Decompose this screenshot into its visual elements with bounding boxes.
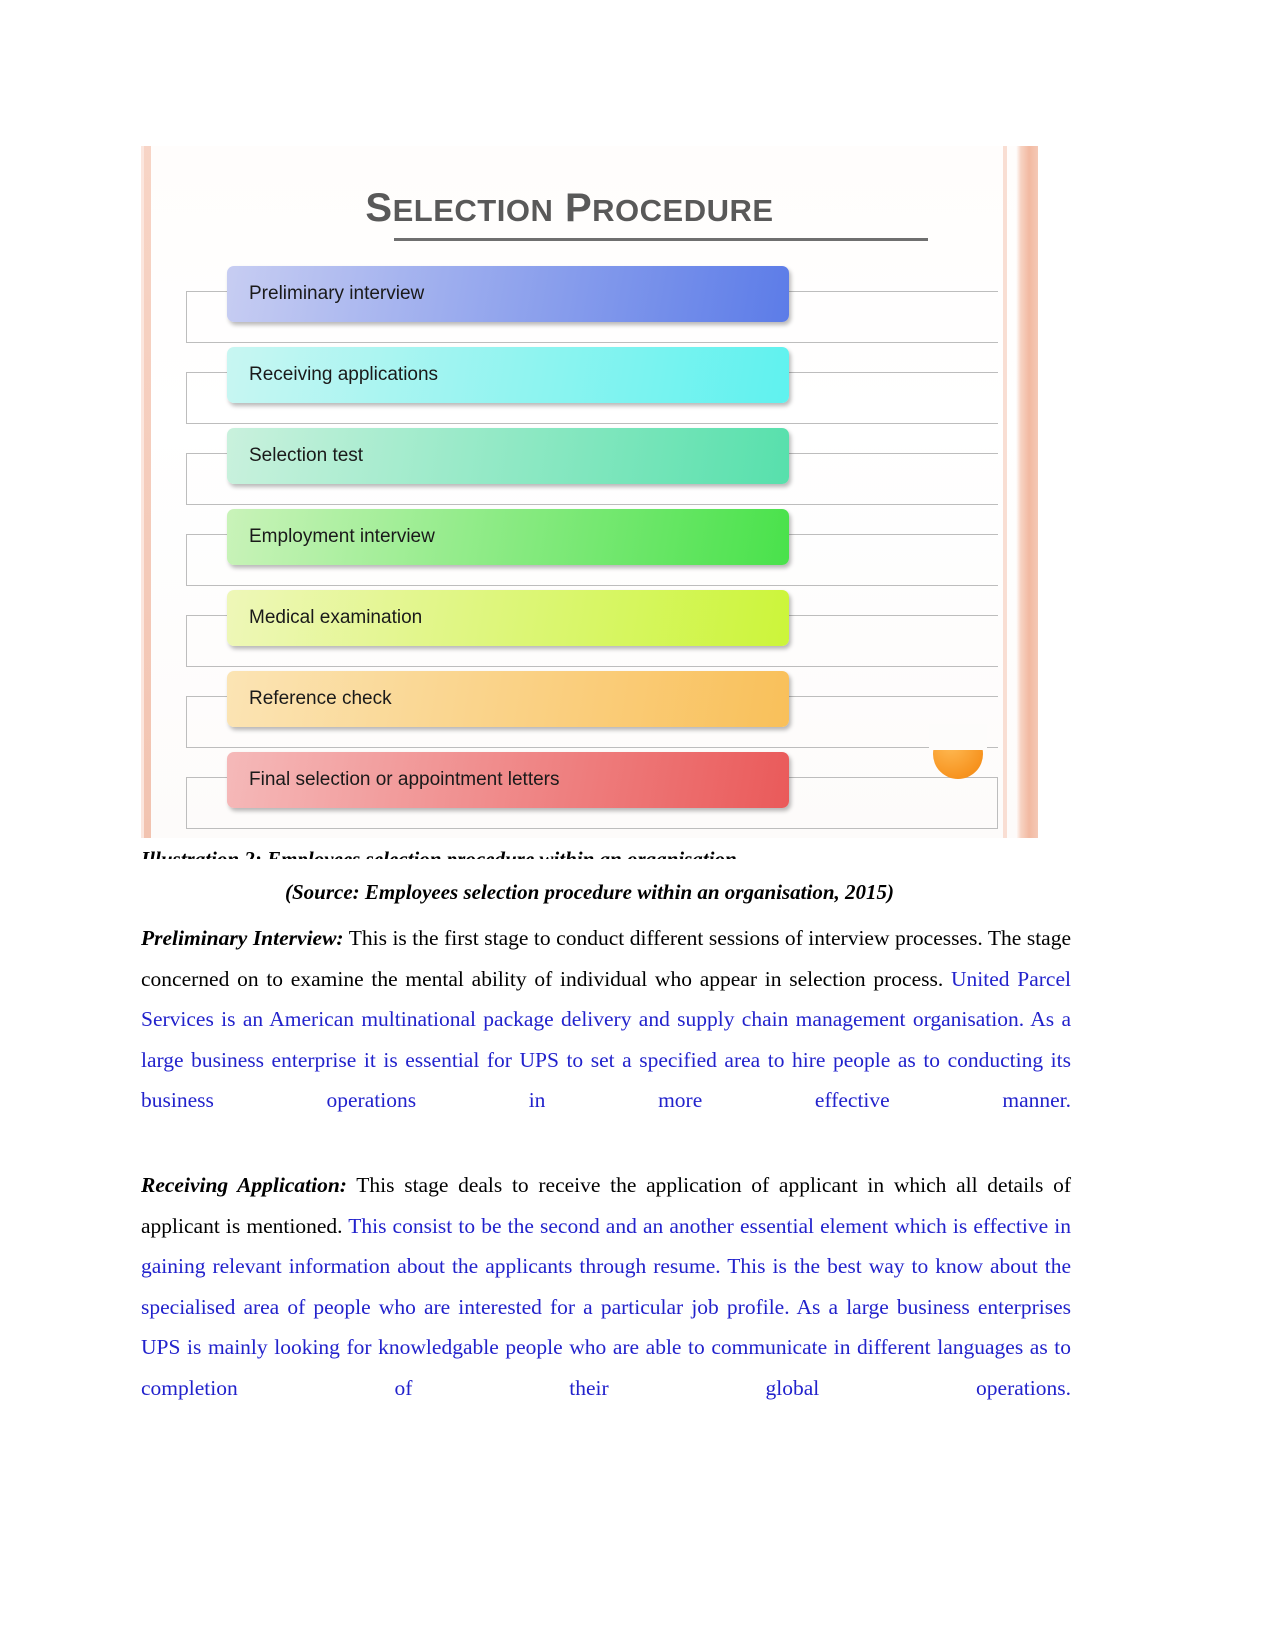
slide-title-word2-rest: ROCEDURE (592, 193, 774, 228)
step-bar-reference-check: Reference check (227, 671, 789, 727)
step-list: Preliminary interview Receiving applicat… (141, 264, 1038, 831)
step-bar-medical-examination: Medical examination (227, 590, 789, 646)
step-bar-selection-test: Selection test (227, 428, 789, 484)
step-label: Final selection or appointment letters (249, 769, 560, 790)
slide-title: SELECTION PROCEDURE (141, 186, 998, 231)
step-label: Medical examination (249, 607, 423, 628)
slide-title-word1-cap: S (365, 186, 393, 230)
selection-procedure-figure: SELECTION PROCEDURE Preliminary intervie… (141, 146, 1038, 838)
step-label: Preliminary interview (249, 283, 425, 304)
paragraph-receiving-application: Receiving Application: This stage deals … (141, 1165, 1071, 1449)
step-row: Preliminary interview (141, 264, 1038, 345)
step-bar-receiving-applications: Receiving applications (227, 347, 789, 403)
step-label: Receiving applications (249, 364, 439, 385)
step-bar-final-selection: Final selection or appointment letters (227, 752, 789, 808)
step-bar-employment-interview: Employment interview (227, 509, 789, 565)
figure-caption-source: (Source: Employees selection procedure w… (284, 880, 895, 904)
paragraph-blue-text: This consist to be the second and an ano… (141, 1213, 1071, 1400)
slide-title-word2-cap: P (564, 186, 593, 230)
slide-title-word1-rest: ELECTION (392, 193, 554, 228)
slide-title-underline (394, 238, 928, 241)
step-row: Selection test (141, 426, 1038, 507)
figure-caption-illustration: Illustration 2: Employees selection proc… (141, 847, 737, 871)
step-row: Reference check (141, 669, 1038, 750)
paragraph-preliminary-interview: Preliminary Interview: This is the first… (141, 918, 1071, 1161)
step-label: Reference check (249, 688, 392, 709)
document-page: SELECTION PROCEDURE Preliminary intervie… (0, 0, 1275, 1650)
step-row: Receiving applications (141, 345, 1038, 426)
paragraph-lead: Preliminary Interview: (141, 926, 344, 950)
body-text: Preliminary Interview: This is the first… (141, 918, 1071, 1453)
step-label: Selection test (249, 445, 364, 466)
slide-canvas: SELECTION PROCEDURE Preliminary intervie… (141, 146, 1038, 838)
step-row: Final selection or appointment letters (141, 750, 1038, 831)
step-bar-preliminary-interview: Preliminary interview (227, 266, 789, 322)
paragraph-lead: Receiving Application: (141, 1173, 347, 1197)
step-row: Employment interview (141, 507, 1038, 588)
step-label: Employment interview (249, 526, 435, 547)
step-row: Medical examination (141, 588, 1038, 669)
orange-circle-mask (929, 724, 987, 750)
